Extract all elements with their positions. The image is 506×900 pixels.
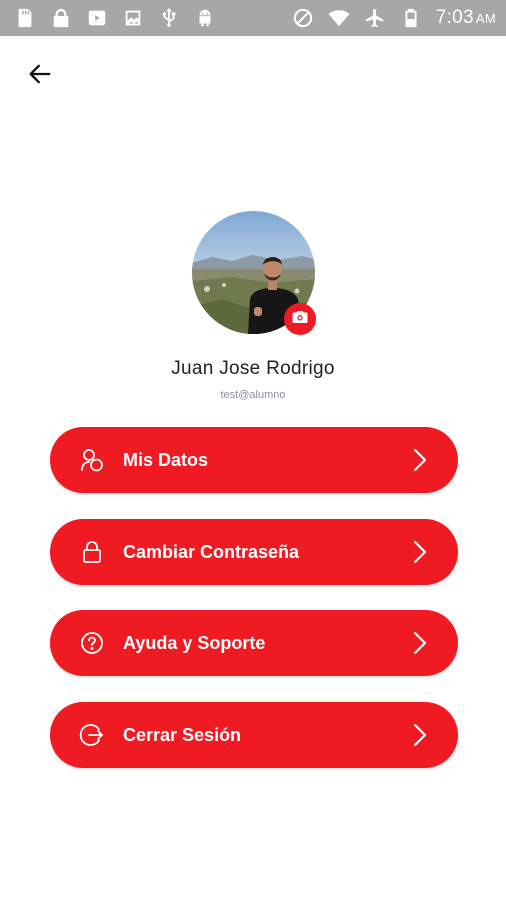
people-icon — [78, 446, 106, 474]
user-email: test@alumno — [220, 389, 286, 401]
ayuda-soporte-label: Ayuda y Soporte — [123, 632, 266, 653]
cambiar-contrasena-button[interactable]: Cambiar Contraseña — [50, 519, 458, 585]
chevron-right-icon — [410, 538, 430, 566]
help-circle-icon — [78, 629, 106, 657]
ayuda-soporte-button[interactable]: Ayuda y Soporte — [50, 610, 458, 676]
camera-icon — [291, 308, 309, 331]
status-bar-system: 7:03 AM — [292, 7, 496, 29]
change-photo-button[interactable] — [284, 303, 316, 335]
airplane-icon — [364, 7, 386, 29]
sd-card-icon — [14, 7, 36, 29]
cambiar-contrasena-label: Cambiar Contraseña — [123, 541, 300, 562]
back-button[interactable] — [20, 58, 60, 94]
lock-icon — [50, 7, 72, 29]
youtube-icon — [86, 7, 108, 29]
lock-icon — [78, 538, 106, 566]
image-icon — [122, 7, 144, 29]
wifi-icon — [328, 7, 350, 29]
user-name: Juan Jose Rodrigo — [171, 358, 335, 379]
battery-icon — [400, 7, 422, 29]
cerrar-sesion-label: Cerrar Sesión — [123, 724, 242, 745]
chevron-right-icon — [410, 446, 430, 474]
chevron-right-icon — [410, 721, 430, 749]
chevron-right-icon — [410, 629, 430, 657]
arrow-left-icon — [26, 60, 54, 93]
mis-datos-label: Mis Datos — [123, 449, 209, 470]
cerrar-sesion-button[interactable]: Cerrar Sesión — [50, 702, 458, 768]
status-bar: 7:03 AM — [0, 0, 506, 36]
status-time: 7:03 AM — [435, 7, 496, 28]
status-bar-notifications — [14, 7, 216, 29]
mis-datos-button[interactable]: Mis Datos — [50, 427, 458, 493]
android-icon — [194, 7, 216, 29]
usb-icon — [158, 7, 180, 29]
do-not-disturb-icon — [292, 7, 314, 29]
logout-icon — [78, 721, 106, 749]
